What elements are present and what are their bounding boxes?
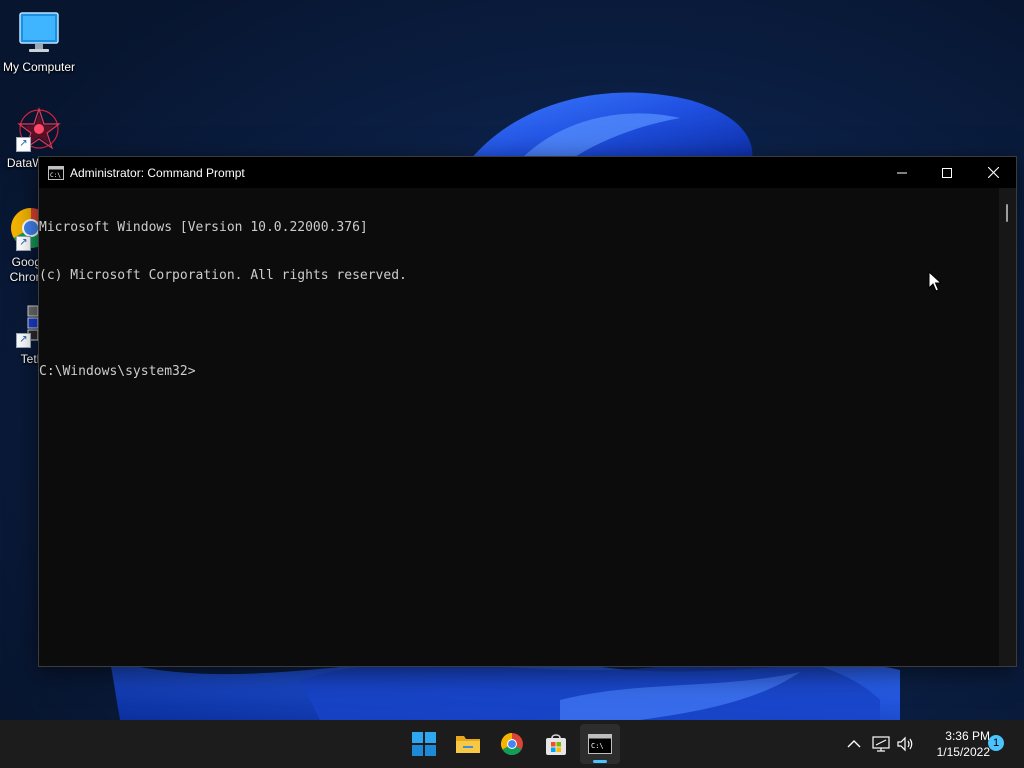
shortcut-arrow-icon: ↗ [16,333,31,348]
console-output[interactable]: Microsoft Windows [Version 10.0.22000.37… [39,188,999,666]
desktop-icon-label: My Computer [2,60,76,74]
minimize-icon [897,172,907,173]
maximize-icon [942,167,952,178]
cmd-icon: C:\ [588,734,612,754]
vertical-scrollbar[interactable] [999,188,1016,666]
scrollbar-thumb[interactable] [1006,204,1008,222]
active-app-indicator [593,760,607,763]
chrome-icon [501,733,523,755]
maximize-button[interactable] [924,157,970,188]
clock-time: 3:36 PM [945,729,990,743]
close-button[interactable] [970,157,1016,188]
console-line: Microsoft Windows [Version 10.0.22000.37… [39,220,368,235]
console-prompt: C:\Windows\system32> [39,364,196,379]
mouse-cursor-icon [928,271,942,292]
taskbar-command-prompt-button[interactable]: C:\ [580,724,620,764]
folder-icon [456,736,480,753]
shortcut-arrow-icon: ↗ [16,137,31,152]
taskbar-store-button[interactable] [536,724,576,764]
taskbar: C:\ 3:36 PM 1/15/2022 [0,720,1024,768]
volume-icon[interactable] [895,734,915,754]
clock-date: 1/15/2022 [936,745,990,759]
taskbar-clock[interactable]: 3:36 PM 1/15/2022 [920,728,990,760]
taskbar-chrome-button[interactable] [492,724,532,764]
chevron-up-icon[interactable] [844,734,864,754]
minimize-button[interactable] [879,157,925,188]
network-icon[interactable] [871,734,891,754]
close-icon [987,167,999,178]
desktop-icon-my-computer[interactable]: My Computer [0,10,78,74]
window-title: Administrator: Command Prompt [70,165,245,180]
shortcut-arrow-icon: ↗ [16,236,31,251]
taskbar-file-explorer-button[interactable] [448,724,488,764]
console-line: (c) Microsoft Corporation. All rights re… [39,268,407,283]
notification-badge[interactable]: 1 [988,735,1004,751]
command-prompt-window[interactable]: C:\ Administrator: Command Prompt Micros… [38,156,1017,667]
store-icon [546,734,566,755]
datawarrior-icon: ↗ [16,106,62,152]
svg-text:C:\: C:\ [50,172,61,179]
taskbar-start-button[interactable] [404,724,444,764]
windows-start-icon [412,732,436,756]
svg-text:C:\: C:\ [591,742,604,750]
window-titlebar[interactable]: C:\ Administrator: Command Prompt [39,157,1016,188]
desktop: My Computer ↗ DataWarrior ↗ Google Ch [0,0,1024,768]
cmd-icon: C:\ [48,165,64,180]
monitor-icon [16,10,62,56]
